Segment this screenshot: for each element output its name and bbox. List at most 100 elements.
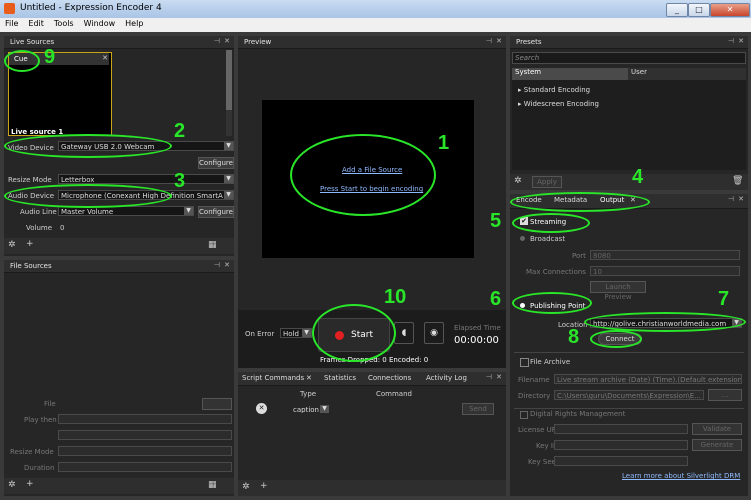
key-seed-field[interactable]: [554, 456, 688, 466]
command-type-select[interactable]: caption ▼: [290, 404, 330, 414]
gear-icon[interactable]: ✲: [8, 480, 16, 490]
close-button[interactable]: ✕: [710, 3, 750, 17]
close-panel-icon[interactable]: ✕: [496, 373, 502, 381]
annotation-ring-8: [590, 330, 642, 348]
file-archive-checkbox[interactable]: [520, 358, 529, 367]
preset-item[interactable]: ▸ Widescreen Encoding: [518, 100, 599, 108]
directory-field[interactable]: C:\Users\guru\Documents\Expression\E...: [554, 390, 704, 400]
trash-icon[interactable]: 🗑: [732, 176, 743, 186]
drm-learn-more-link[interactable]: Learn more about Silverlight DRM: [622, 472, 740, 480]
close-panel-icon[interactable]: ✕: [496, 37, 502, 45]
menu-help[interactable]: Help: [120, 18, 148, 29]
annotation-1: 1: [438, 132, 450, 154]
pin-icon[interactable]: ⊣: [728, 37, 734, 45]
gear-icon[interactable]: ✲: [514, 176, 522, 186]
menu-file[interactable]: File: [0, 18, 23, 29]
divider: [514, 352, 744, 353]
launch-preview-button[interactable]: Launch Preview: [590, 281, 646, 301]
pin-icon[interactable]: ⊣: [214, 261, 220, 269]
browse-directory-button[interactable]: ...: [708, 389, 742, 401]
layout-icon[interactable]: ▦: [208, 480, 217, 490]
preset-list: ▸ Standard Encoding ▸ Widescreen Encodin…: [512, 80, 746, 170]
chevron-down-icon: ▼: [320, 405, 329, 413]
thumb-scrollbar[interactable]: [226, 50, 232, 136]
search-placeholder: Search: [515, 54, 540, 62]
filename-field[interactable]: Live stream archive (Date) (Time).(Defau…: [554, 374, 742, 384]
key-id-field[interactable]: [554, 440, 688, 450]
command-type-value: caption: [293, 406, 319, 414]
menu-tools[interactable]: Tools: [49, 18, 79, 29]
add-icon[interactable]: +: [260, 481, 268, 491]
tab-close-icon[interactable]: ✕: [306, 374, 312, 382]
annotation-6: 6: [490, 288, 502, 310]
apply-button[interactable]: Apply: [532, 176, 562, 188]
drm-checkbox[interactable]: [520, 411, 528, 419]
file-resize-mode-select[interactable]: [58, 446, 232, 456]
window-title: Untitled - Expression Encoder 4: [20, 3, 162, 13]
annotation-5: 5: [490, 210, 502, 232]
tab-system[interactable]: System: [512, 68, 628, 80]
pin-icon[interactable]: ⊣: [214, 37, 220, 45]
add-icon[interactable]: +: [26, 239, 34, 249]
chevron-down-icon: ▼: [224, 191, 233, 199]
tab-user-label: User: [631, 68, 647, 76]
layout-icon[interactable]: ▦: [208, 240, 217, 250]
volume-value[interactable]: 0: [60, 224, 64, 232]
port-field[interactable]: 8080: [590, 250, 740, 260]
pin-icon[interactable]: ⊣: [728, 195, 734, 203]
tab-script-commands[interactable]: Script Commands: [242, 374, 304, 382]
audio-configure-button[interactable]: Configure: [198, 206, 234, 218]
menu-window[interactable]: Window: [79, 18, 121, 29]
preset-item[interactable]: ▸ Standard Encoding: [518, 86, 590, 94]
minimize-button[interactable]: _: [666, 3, 688, 17]
pin-icon[interactable]: ⊣: [486, 37, 492, 45]
directory-label: Directory: [518, 392, 551, 400]
speaker-icon: ◖: [401, 328, 407, 338]
resize-mode-label: Resize Mode: [8, 176, 52, 184]
resize-mode-select[interactable]: Letterbox ▼: [58, 174, 234, 184]
send-button[interactable]: Send: [462, 403, 494, 415]
script-commands-panel: Script Commands ✕ Statistics Connections…: [238, 372, 506, 496]
pin-icon[interactable]: ⊣: [486, 373, 492, 381]
port-value: 8080: [593, 252, 611, 260]
generate-button[interactable]: Generate: [692, 439, 742, 451]
video-configure-button[interactable]: Configure: [198, 157, 234, 169]
file-field-3[interactable]: [58, 430, 232, 440]
gear-icon[interactable]: ✲: [8, 240, 16, 250]
tab-user[interactable]: User: [628, 68, 746, 80]
close-panel-icon[interactable]: ✕: [738, 195, 744, 203]
app-icon: [4, 3, 15, 14]
script-toolbar: ✲ +: [238, 480, 506, 496]
tab-connections[interactable]: Connections: [368, 374, 411, 382]
license-url-field[interactable]: [554, 424, 688, 434]
tab-statistics[interactable]: Statistics: [324, 374, 356, 382]
add-icon[interactable]: +: [26, 479, 34, 489]
close-panel-icon[interactable]: ✕: [224, 37, 230, 45]
remove-source-icon[interactable]: ✕: [102, 54, 108, 62]
file-archive-label: File Archive: [530, 358, 571, 366]
preview-title: Preview: [244, 38, 272, 46]
on-error-label: On Error: [245, 330, 275, 338]
tab-activity-log[interactable]: Activity Log: [426, 374, 467, 382]
preview-toggle-button[interactable]: ◉: [424, 322, 444, 344]
close-panel-icon[interactable]: ✕: [224, 261, 230, 269]
file-sources-panel: File Sources ⊣ ✕ File Play then Resize Mod…: [4, 260, 234, 496]
annotation-ring-6: [512, 292, 592, 314]
broadcast-radio[interactable]: [520, 236, 525, 241]
close-panel-icon[interactable]: ✕: [738, 37, 744, 45]
menu-edit[interactable]: Edit: [23, 18, 49, 29]
gear-icon[interactable]: ✲: [242, 482, 250, 492]
annotation-ring-3: [4, 184, 172, 208]
filename-value: Live stream archive (Date) (Time).(Defau…: [557, 376, 742, 384]
audio-monitor-button[interactable]: ◖: [394, 322, 414, 344]
preset-search-input[interactable]: Search: [512, 52, 746, 64]
max-connections-field[interactable]: 10: [590, 266, 740, 276]
play-then-select[interactable]: [58, 414, 232, 424]
annotation-2: 2: [174, 120, 186, 142]
browse-file-button[interactable]: [202, 398, 232, 410]
duration-field[interactable]: [58, 462, 232, 472]
delete-command-icon[interactable]: ✕: [256, 403, 267, 414]
validate-button[interactable]: Validate: [692, 423, 742, 435]
on-error-select[interactable]: Hold ▼: [280, 328, 312, 338]
maximize-button[interactable]: □: [688, 3, 710, 17]
